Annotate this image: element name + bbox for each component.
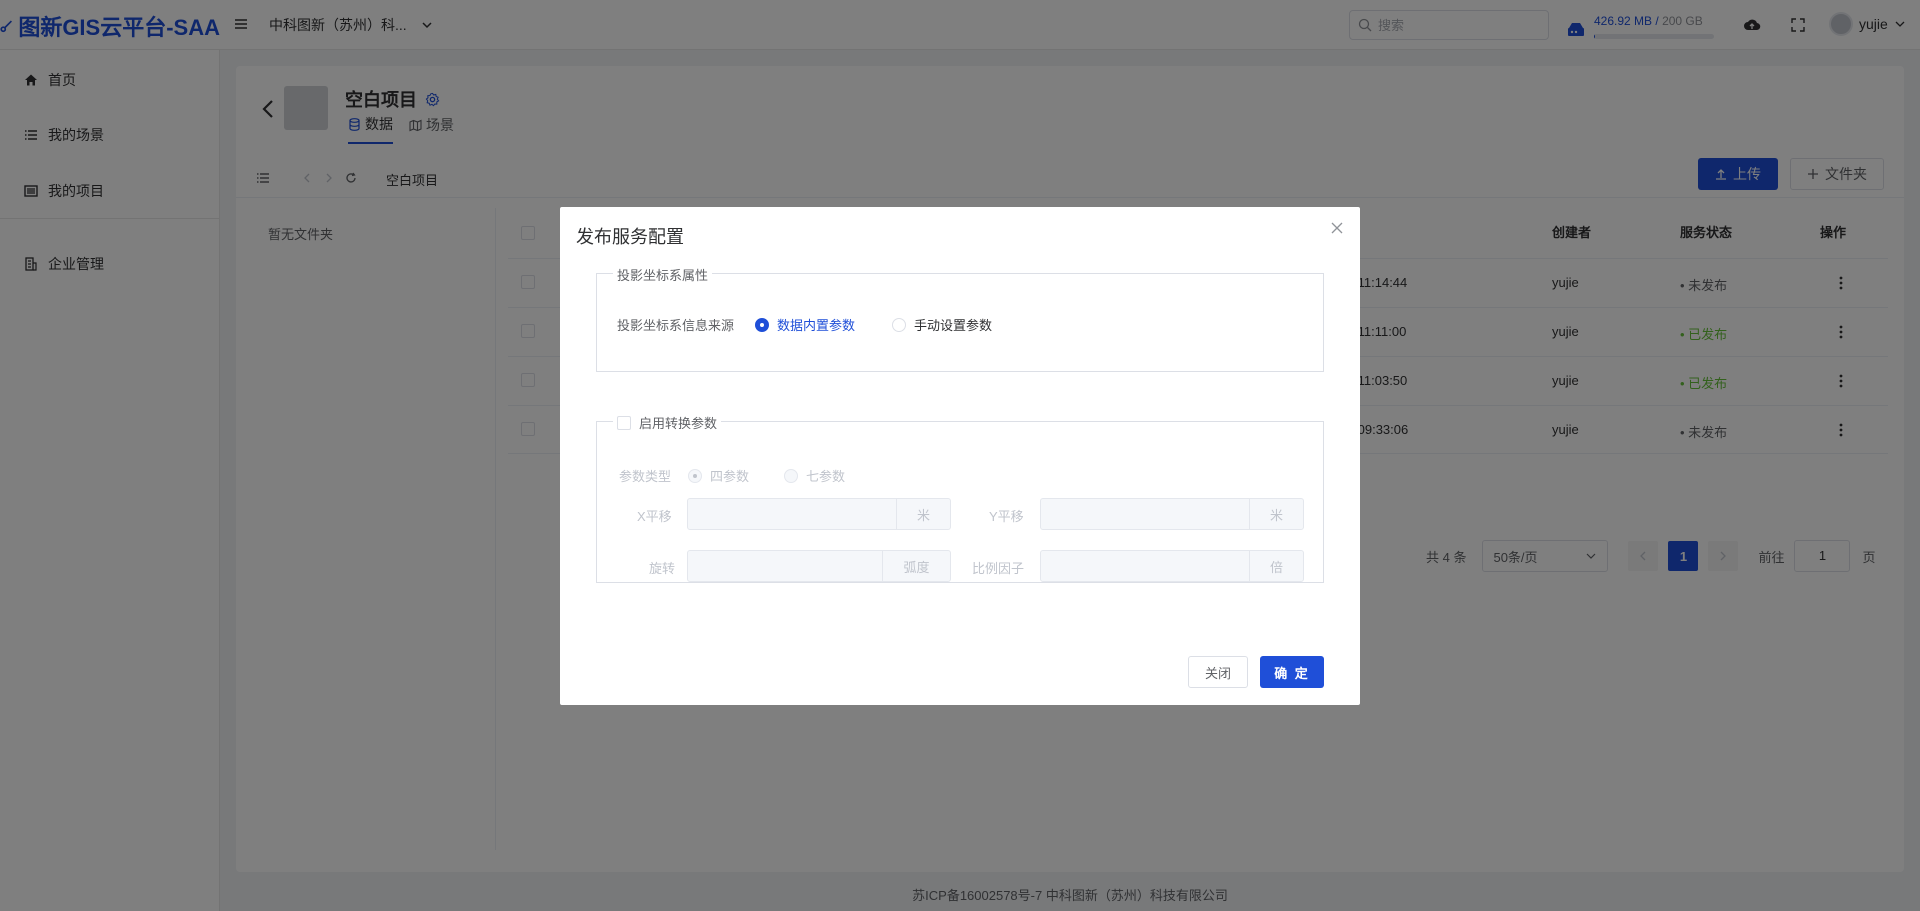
unit-label: 弧度: [882, 551, 950, 581]
radio-manual-params[interactable]: 手动设置参数: [892, 315, 992, 334]
unit-label: 倍: [1249, 551, 1303, 581]
y-shift-field[interactable]: [1041, 499, 1249, 529]
scale-field[interactable]: [1041, 551, 1249, 581]
unit-label: 米: [896, 499, 950, 529]
scale-label: 比例因子: [972, 561, 1025, 576]
close-icon[interactable]: [1330, 221, 1344, 235]
radio-label: 四参数: [710, 469, 750, 484]
y-shift-label: Y平移: [989, 509, 1024, 524]
legend-text: 启用转换参数: [639, 416, 718, 431]
source-label: 投影坐标系信息来源: [617, 318, 735, 333]
radio-dot: [892, 317, 906, 332]
rotation-label: 旋转: [649, 561, 676, 576]
enable-transform-checkbox[interactable]: [617, 415, 631, 430]
projection-legend: 投影坐标系属性: [613, 265, 713, 284]
legend-text: 投影坐标系属性: [617, 268, 709, 283]
param-type-label: 参数类型: [619, 469, 672, 484]
confirm-button[interactable]: 确 定: [1260, 656, 1324, 688]
transform-fieldset: 启用转换参数 参数类型 四参数 七参数 X平移 米 Y平移 米 旋转 弧度 比例…: [596, 413, 1324, 583]
publish-config-dialog: 发布服务配置 投影坐标系属性 投影坐标系信息来源 数据内置参数 手动设置参数 启…: [560, 207, 1360, 705]
x-shift-label: X平移: [637, 509, 672, 524]
rotation-field[interactable]: [688, 551, 882, 581]
dialog-title: 发布服务配置: [576, 227, 684, 247]
close-button[interactable]: 关闭: [1188, 656, 1248, 688]
transform-legend[interactable]: 启用转换参数: [613, 413, 722, 432]
radio-built-in-params[interactable]: 数据内置参数: [755, 315, 855, 334]
scale-input[interactable]: 倍: [1040, 550, 1304, 582]
radio-seven-params[interactable]: 七参数: [784, 466, 845, 485]
radio-four-params[interactable]: 四参数: [688, 466, 749, 485]
rotation-input[interactable]: 弧度: [687, 550, 951, 582]
x-shift-field[interactable]: [688, 499, 896, 529]
radio-dot: [688, 468, 702, 483]
radio-label: 七参数: [806, 469, 846, 484]
unit-label: 米: [1249, 499, 1303, 529]
radio-dot: [755, 317, 769, 332]
radio-label: 手动设置参数: [914, 318, 993, 333]
x-shift-input[interactable]: 米: [687, 498, 951, 530]
radio-label: 数据内置参数: [777, 318, 856, 333]
y-shift-input[interactable]: 米: [1040, 498, 1304, 530]
projection-fieldset: 投影坐标系属性 投影坐标系信息来源 数据内置参数 手动设置参数: [596, 265, 1324, 372]
radio-dot: [784, 468, 798, 483]
